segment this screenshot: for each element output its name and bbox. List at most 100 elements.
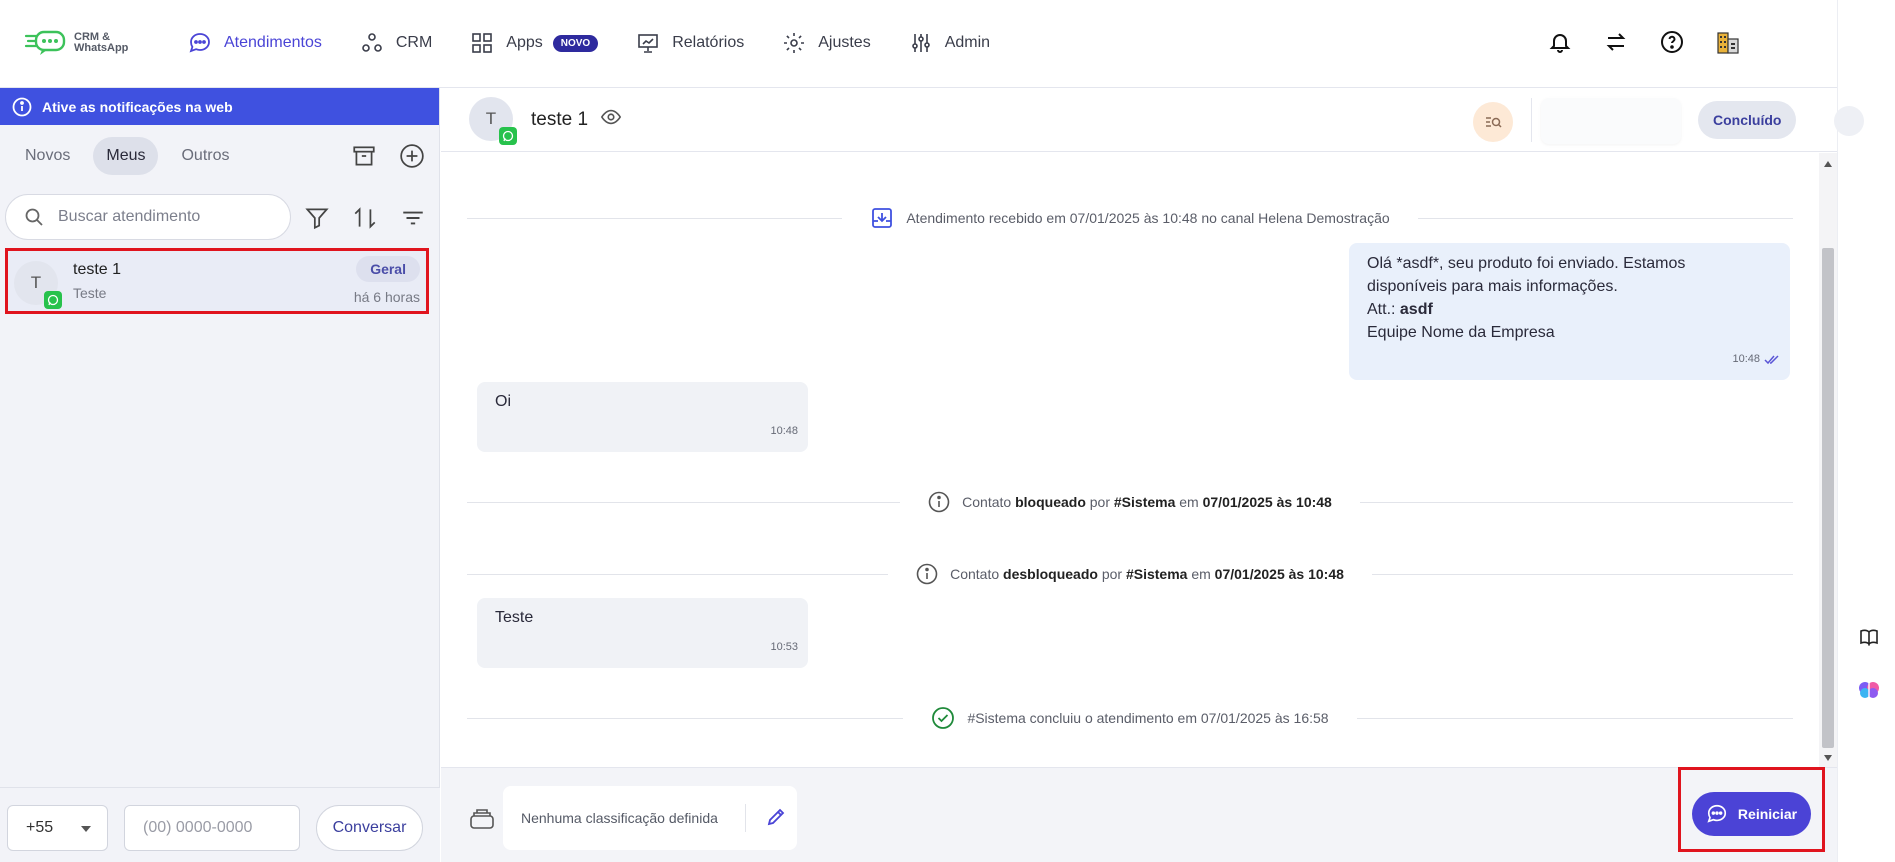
web-notification-banner[interactable]: Ative as notificações na web — [0, 88, 439, 125]
classification-field[interactable]: Nenhuma classificação definida — [503, 786, 797, 850]
book-icon[interactable] — [1856, 624, 1882, 650]
grid-icon — [472, 33, 493, 53]
message-bold-text: asdf — [1399, 301, 1433, 318]
event-received: Atendimento recebido em 07/01/2025 às 10… — [467, 204, 1793, 232]
pencil-icon[interactable] — [765, 806, 787, 831]
sort-icon[interactable] — [352, 205, 378, 236]
box-icon[interactable] — [469, 808, 495, 835]
outgoing-message[interactable]: Olá *asdf*, seu produto foi enviado. Est… — [1349, 243, 1790, 380]
incoming-message[interactable]: Teste 10:53 — [477, 598, 808, 668]
nav-label: Admin — [944, 34, 991, 51]
archive-icon[interactable] — [351, 143, 377, 174]
header-extra-button[interactable] — [1834, 106, 1864, 136]
logo-chat-icon — [24, 30, 68, 56]
nav-label: Apps — [506, 34, 543, 51]
add-circle-icon[interactable] — [399, 143, 425, 174]
tab-actions — [351, 143, 425, 174]
header-divider — [1531, 98, 1532, 142]
chat-header: T teste 1 Concluído — [441, 88, 1864, 152]
main-nav: Atendimentos CRM Apps NOVO Relatórios Aj… — [188, 28, 1028, 58]
phone-input[interactable] — [124, 805, 300, 851]
search-messages-icon[interactable] — [1473, 102, 1513, 142]
whatsapp-icon — [499, 127, 517, 145]
message-text: Att.: — [1367, 301, 1400, 318]
scroll-thumb[interactable] — [1822, 248, 1834, 748]
status-concluded-button[interactable]: Concluído — [1698, 101, 1797, 139]
nav-item-crm[interactable]: CRM — [360, 31, 432, 55]
classification-divider — [745, 804, 746, 832]
brain-icon[interactable] — [1856, 677, 1882, 703]
list-filter-icon[interactable] — [400, 205, 426, 236]
chat-title: teste 1 — [531, 106, 622, 134]
new-conversation-bar: +55 Conversar — [0, 787, 440, 862]
search-input[interactable] — [58, 208, 258, 226]
tab-novos[interactable]: Novos — [12, 137, 83, 175]
avatar: T — [14, 261, 62, 309]
eye-icon[interactable] — [600, 106, 622, 134]
info-icon — [12, 97, 32, 116]
scroll-down-icon[interactable] — [1824, 755, 1832, 761]
bell-icon[interactable] — [1546, 28, 1574, 56]
search-row — [0, 187, 439, 247]
logo-text: CRM & WhatsApp — [74, 31, 129, 54]
sliders-icon — [911, 34, 930, 52]
country-code-select[interactable]: +55 — [7, 805, 108, 851]
nav-label: Relatórios — [672, 34, 745, 51]
event-text: Contato desbloqueado por #Sistema em 07/… — [950, 566, 1344, 582]
building-icon[interactable] — [1714, 28, 1742, 56]
contact-avatar[interactable]: T — [469, 97, 517, 145]
nav-item-atendimentos[interactable]: Atendimentos — [188, 31, 322, 55]
gear-icon — [784, 33, 805, 53]
top-actions — [1546, 28, 1742, 56]
nav-label: CRM — [395, 34, 433, 51]
tab-meus[interactable]: Meus — [93, 137, 159, 175]
header-placeholder-card — [1541, 98, 1681, 144]
message-time: 10:48 — [1732, 348, 1780, 371]
message-time: 10:53 — [770, 641, 798, 653]
app-logo[interactable]: CRM & WhatsApp — [24, 30, 144, 56]
search-box — [5, 194, 291, 240]
presentation-chart-icon — [638, 34, 659, 53]
conversation-name: teste 1 — [73, 261, 122, 278]
event-concluded: #Sistema concluiu o atendimento em 07/01… — [467, 704, 1793, 732]
chevron-down-icon — [81, 826, 91, 832]
scroll-up-icon[interactable] — [1824, 161, 1832, 167]
chat-messages: Atendimento recebido em 07/01/2025 às 10… — [441, 153, 1819, 767]
info-icon — [916, 563, 938, 585]
message-line: Att.: asdf — [1367, 298, 1772, 321]
chat-bubble-icon — [189, 33, 210, 53]
country-code-value: +55 — [26, 819, 54, 836]
restart-button[interactable]: Reiniciar — [1692, 792, 1811, 836]
chat-scrollbar[interactable] — [1819, 153, 1837, 767]
nav-item-admin[interactable]: Admin — [909, 31, 990, 55]
swap-arrows-icon[interactable] — [1602, 28, 1630, 56]
chat-footer: Nenhuma classificação definida — [441, 767, 1837, 862]
nav-label: Atendimentos — [224, 34, 322, 51]
nav-item-relatorios[interactable]: Relatórios — [636, 31, 744, 55]
nav-item-ajustes[interactable]: Ajustes — [782, 31, 871, 55]
new-badge: NOVO — [552, 34, 599, 52]
conversation-item[interactable]: T teste 1 Teste Geral há 6 horas — [5, 248, 429, 314]
conversation-tag: Geral — [356, 256, 420, 282]
top-navigation-bar: CRM & WhatsApp Atendimentos CRM Apps NOV… — [0, 0, 1837, 88]
notification-text: Ative as notificações na web — [42, 98, 233, 115]
list-tools — [304, 205, 426, 236]
help-icon[interactable] — [1658, 28, 1686, 56]
message-line: Equipe Nome da Empresa — [1367, 324, 1555, 341]
contact-name[interactable]: teste 1 — [531, 109, 588, 131]
event-blocked: Contato bloqueado por #Sistema em 07/01/… — [467, 488, 1793, 516]
event-text: #Sistema concluiu o atendimento em 07/01… — [967, 710, 1329, 726]
avatar-letter: T — [485, 109, 497, 128]
restart-label: Reiniciar — [1737, 806, 1798, 822]
conversation-time: há 6 horas — [353, 289, 420, 305]
message-line: Olá *asdf*, seu produto foi enviado. Est… — [1367, 255, 1686, 272]
start-conversation-button[interactable]: Conversar — [316, 805, 423, 851]
nav-item-apps[interactable]: Apps NOVO — [470, 31, 599, 55]
tab-outros[interactable]: Outros — [168, 137, 242, 175]
search-icon — [25, 208, 43, 226]
event-text: Atendimento recebido em 07/01/2025 às 10… — [906, 210, 1390, 226]
info-icon — [928, 491, 950, 513]
nodes-icon — [362, 33, 382, 52]
filter-icon[interactable] — [304, 205, 330, 236]
incoming-message[interactable]: Oi 10:48 — [477, 382, 808, 452]
